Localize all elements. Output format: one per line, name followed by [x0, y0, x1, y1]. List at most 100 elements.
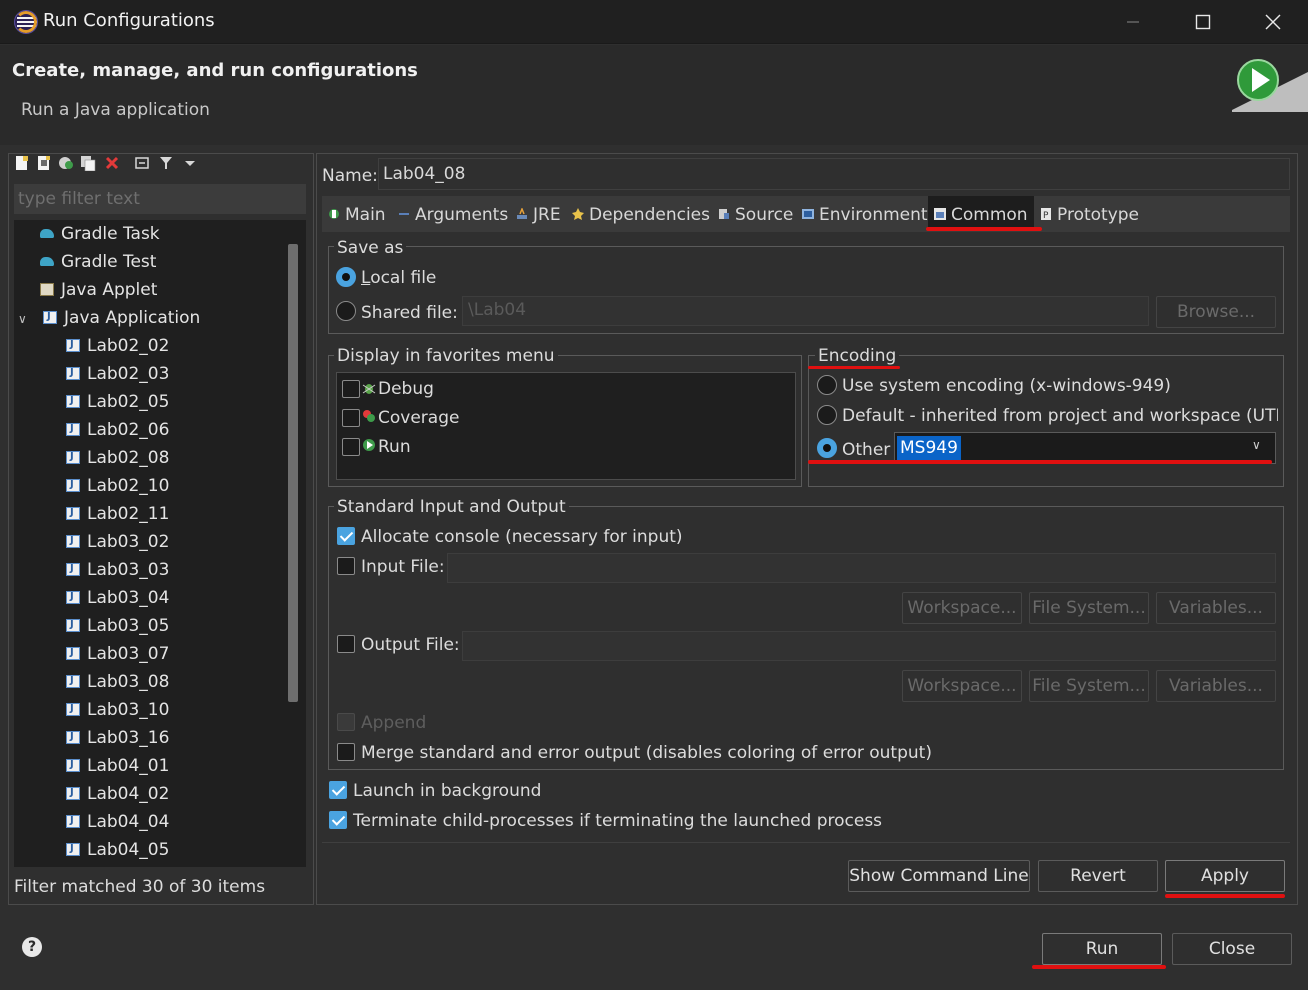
- dialog-title: Create, manage, and run configurations: [12, 60, 418, 81]
- input-file-label: Input File:: [361, 557, 445, 577]
- browse-button[interactable]: Browse...: [1156, 296, 1276, 328]
- output-workspace-button[interactable]: Workspace...: [902, 670, 1022, 702]
- system-encoding-radio[interactable]: [817, 375, 837, 395]
- chevron-down-icon[interactable]: ∨: [18, 312, 27, 326]
- duplicate-config-icon[interactable]: [80, 155, 96, 171]
- allocate-console-checkbox[interactable]: [337, 527, 355, 545]
- tree-item-config[interactable]: Lab02_10: [66, 471, 169, 500]
- favorite-run-checkbox[interactable]: [342, 438, 360, 456]
- tab-arguments[interactable]: Arguments: [398, 200, 508, 230]
- close-button[interactable]: Close: [1172, 933, 1292, 965]
- terminate-children-checkbox[interactable]: [329, 811, 347, 829]
- default-encoding-radio[interactable]: [817, 405, 837, 425]
- allocate-console-label: Allocate console (necessary for input): [361, 527, 683, 547]
- launch-background-label: Launch in background: [353, 781, 542, 801]
- tree-item-config[interactable]: Lab04_05: [66, 835, 170, 864]
- tree-item-java-application[interactable]: ∨ Java Application: [18, 303, 200, 332]
- config-name-input[interactable]: [378, 158, 1290, 190]
- tree-item-label: Lab02_11: [87, 504, 170, 524]
- tab-label: Common: [951, 205, 1028, 225]
- favorite-coverage-checkbox[interactable]: [342, 409, 360, 427]
- tree-item-config[interactable]: Lab03_16: [66, 723, 169, 752]
- tree-item-config[interactable]: Lab04_01: [66, 751, 169, 780]
- collapse-all-icon[interactable]: [134, 155, 150, 171]
- other-encoding-radio[interactable]: [817, 438, 837, 458]
- append-checkbox[interactable]: [337, 713, 355, 731]
- tab-source[interactable]: Source: [718, 200, 793, 230]
- delete-config-icon[interactable]: [104, 155, 120, 171]
- tree-item-label: Lab02_08: [87, 448, 170, 468]
- java-app-icon: [66, 583, 80, 611]
- filter-input[interactable]: [14, 184, 306, 214]
- local-file-radio[interactable]: [336, 267, 356, 287]
- tree-item-gradle-task[interactable]: Gradle Task: [40, 220, 160, 248]
- help-icon[interactable]: ?: [22, 937, 42, 957]
- export-config-icon[interactable]: [58, 155, 74, 171]
- tree-item-config[interactable]: Lab03_05: [66, 611, 169, 640]
- tree-item-config[interactable]: Lab03_03: [66, 555, 170, 584]
- favorite-debug-checkbox[interactable]: [342, 380, 360, 398]
- tab-dependencies[interactable]: Dependencies: [572, 200, 710, 230]
- input-filesystem-button[interactable]: File System...: [1029, 592, 1149, 624]
- output-variables-button[interactable]: Variables...: [1156, 670, 1276, 702]
- view-menu-chevron-down-icon[interactable]: [182, 155, 198, 171]
- new-config-icon[interactable]: [14, 155, 30, 171]
- tree-item-config[interactable]: Lab04_04: [66, 807, 169, 836]
- tree-item-config[interactable]: Lab03_10: [66, 695, 170, 724]
- tree-item-java-applet[interactable]: Java Applet: [40, 276, 157, 304]
- new-prototype-icon[interactable]: [36, 155, 52, 171]
- show-command-line-button[interactable]: Show Command Line: [848, 860, 1030, 892]
- encoding-combo-value[interactable]: MS949: [897, 436, 961, 460]
- tab-prototype[interactable]: P Prototype: [1040, 200, 1139, 230]
- input-file-checkbox[interactable]: [337, 557, 355, 575]
- tree-scrollbar-thumb[interactable]: [288, 244, 298, 702]
- tree-item-label: Lab04_05: [87, 840, 170, 860]
- tab-environment[interactable]: Environment: [802, 200, 928, 230]
- input-variables-button[interactable]: Variables...: [1156, 592, 1276, 624]
- tree-item-label: Lab03_10: [87, 700, 170, 720]
- tree-item-config[interactable]: Lab02_06: [66, 415, 169, 444]
- tree-item-config[interactable]: Lab02_08: [66, 443, 170, 472]
- launch-background-checkbox[interactable]: [329, 781, 347, 799]
- tree-item-config[interactable]: Lab03_04: [66, 583, 169, 612]
- tree-item-config[interactable]: Lab02_03: [66, 359, 170, 388]
- tab-common[interactable]: Common: [934, 200, 1028, 230]
- merge-output-checkbox[interactable]: [337, 743, 355, 761]
- tab-label: Source: [735, 205, 794, 225]
- highlight-underline-other-encoding: [808, 460, 1272, 464]
- run-button[interactable]: Run: [1042, 933, 1162, 965]
- minimize-icon[interactable]: [1108, 6, 1158, 38]
- tree-item-config[interactable]: Lab02_11: [66, 499, 170, 528]
- revert-button[interactable]: Revert: [1038, 860, 1158, 892]
- input-workspace-button[interactable]: Workspace...: [902, 592, 1022, 624]
- output-file-checkbox[interactable]: [337, 635, 355, 653]
- chevron-down-icon[interactable]: ∨: [1252, 438, 1261, 452]
- close-icon[interactable]: [1248, 6, 1298, 38]
- shared-file-input[interactable]: \Lab04: [462, 296, 1149, 326]
- maximize-icon[interactable]: [1178, 6, 1228, 38]
- output-filesystem-button[interactable]: File System...: [1029, 670, 1149, 702]
- output-file-field[interactable]: [462, 631, 1276, 661]
- apply-button[interactable]: Apply: [1165, 860, 1285, 892]
- tree-item-label: Lab02_03: [87, 364, 170, 384]
- tree-item-config[interactable]: Lab04_02: [66, 779, 169, 808]
- tab-main[interactable]: Main: [328, 200, 386, 230]
- shared-file-radio[interactable]: [336, 301, 356, 321]
- java-app-icon: [66, 695, 80, 723]
- tree-item-gradle-test[interactable]: Gradle Test: [40, 248, 156, 276]
- filter-icon[interactable]: [158, 155, 174, 171]
- tree-item-label: Lab02_02: [87, 336, 170, 356]
- tree-item-label: Lab03_03: [87, 560, 170, 580]
- tree-item-config[interactable]: Lab02_02: [66, 331, 170, 360]
- tab-jre[interactable]: JRE: [516, 200, 561, 230]
- input-file-field[interactable]: [447, 553, 1276, 583]
- tab-label: Main: [345, 205, 386, 225]
- tree-item-config[interactable]: Lab03_02: [66, 527, 169, 556]
- tree-item-config[interactable]: Lab02_05: [66, 387, 169, 416]
- stdio-legend: Standard Input and Output: [334, 497, 569, 517]
- tree-item-config[interactable]: Lab03_08: [66, 667, 169, 696]
- highlight-underline-encoding: [808, 366, 900, 369]
- tree-item-config[interactable]: Lab03_07: [66, 639, 169, 668]
- java-app-icon: [66, 471, 80, 499]
- prototype-tab-icon: P: [1041, 208, 1051, 220]
